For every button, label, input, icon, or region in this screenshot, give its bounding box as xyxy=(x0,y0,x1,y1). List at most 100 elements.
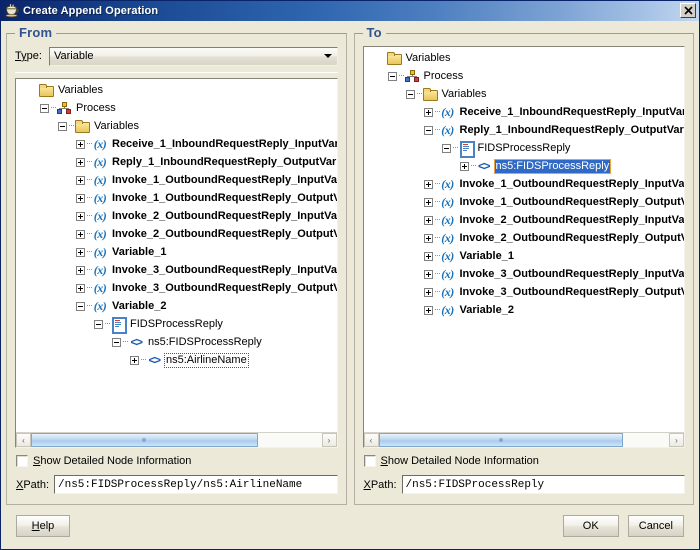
tree-node[interactable]: Process xyxy=(16,99,337,117)
from-horizontal-scrollbar[interactable]: ‹ › xyxy=(16,432,337,447)
tree-node[interactable]: (x) Invoke_3_OutboundRequestReply_OutputV… xyxy=(364,283,684,301)
help-button[interactable]: Help xyxy=(16,515,70,537)
variable-icon: (x) xyxy=(441,231,454,245)
tree-node[interactable]: FIDSProcessReply xyxy=(16,315,337,334)
close-icon[interactable] xyxy=(680,3,696,18)
tree-node[interactable]: (x) Invoke_1_OutboundRequestReply_OutputV… xyxy=(364,193,684,211)
tree-node[interactable]: (x) Invoke_3_OutboundRequestReply_InputVa… xyxy=(16,261,337,279)
tree-toggle-plus-icon[interactable] xyxy=(74,225,87,243)
scroll-left-arrow-icon[interactable]: ‹ xyxy=(16,433,31,447)
tree-toggle-plus-icon[interactable] xyxy=(74,279,87,297)
tree-toggle-plus-icon[interactable] xyxy=(458,157,471,175)
tree-toggle-plus-icon[interactable] xyxy=(422,103,435,121)
to-tree[interactable]: Variables Process Variables (x) Receive_1_In… xyxy=(363,47,685,432)
to-xpath-input[interactable]: /ns5:FIDSProcessReply xyxy=(401,475,685,494)
tree-toggle-plus-icon[interactable] xyxy=(422,175,435,193)
from-scroll-track[interactable] xyxy=(31,433,322,447)
tree-node[interactable]: Variables xyxy=(16,81,337,99)
variable-icon: (x) xyxy=(93,299,107,313)
tree-toggle-minus-icon[interactable] xyxy=(404,85,417,103)
type-select[interactable]: Variable xyxy=(49,46,338,66)
tree-toggle-minus-icon[interactable] xyxy=(422,121,435,139)
tree-toggle-plus-icon[interactable] xyxy=(422,283,435,301)
tree-toggle-plus-icon[interactable] xyxy=(74,171,87,189)
tree-node[interactable]: (x) Invoke_2_OutboundRequestReply_OutputV… xyxy=(364,229,684,247)
scroll-right-arrow-icon[interactable]: › xyxy=(669,433,684,447)
tree-node[interactable]: (x) Variable_1 xyxy=(364,247,685,265)
to-scroll-track[interactable] xyxy=(378,433,669,447)
scroll-left-arrow-icon[interactable]: ‹ xyxy=(363,433,379,447)
tree-toggle-plus-icon[interactable] xyxy=(74,153,87,171)
tree-node[interactable]: (x) Invoke_1_OutboundRequestReply_InputVa… xyxy=(364,175,684,193)
tree-toggle-minus-icon[interactable] xyxy=(110,333,123,351)
tree-toggle-plus-icon[interactable] xyxy=(128,351,141,369)
to-tree-panel: Variables Process Variables (x) Receive_1_In… xyxy=(362,46,685,448)
tree-node[interactable]: (x) Reply_1_InboundRequestReply_OutputVar… xyxy=(16,153,337,171)
tree-node-label: Receive_1_InboundRequestReply_InputVaria… xyxy=(459,105,685,118)
tree-toggle-plus-icon[interactable] xyxy=(422,193,435,211)
tree-toggle-plus-icon[interactable] xyxy=(422,229,435,247)
tree-node[interactable]: FIDSProcessReply xyxy=(364,139,685,158)
tree-node[interactable]: (x) Variable_1 xyxy=(16,243,337,261)
tree-node[interactable]: Variables xyxy=(364,49,685,67)
tree-toggle-plus-icon[interactable] xyxy=(422,301,435,319)
from-scroll-thumb[interactable] xyxy=(31,433,258,447)
xml-element-icon: <> xyxy=(130,335,143,349)
tree-node[interactable]: (x) Variable_2 xyxy=(16,297,337,315)
tree-node[interactable]: (x) Invoke_2_OutboundRequestReply_InputVa… xyxy=(16,207,337,225)
variable-icon: (x) xyxy=(441,177,454,191)
from-show-detailed-node-info-checkbox[interactable] xyxy=(16,455,28,467)
tree-node[interactable]: (x) Receive_1_InboundRequestReply_InputVa… xyxy=(16,135,337,153)
tree-toggle-minus-icon[interactable] xyxy=(440,139,453,157)
tree-node[interactable]: (x) Invoke_1_OutboundRequestReply_InputVa… xyxy=(16,171,337,189)
tree-node[interactable]: Process xyxy=(364,67,685,85)
tree-node[interactable]: (x) Reply_1_InboundRequestReply_OutputVar… xyxy=(364,121,684,139)
tree-node[interactable]: Variables xyxy=(364,85,685,103)
variable-icon: (x) xyxy=(441,249,454,263)
tree-toggle-minus-icon[interactable] xyxy=(386,67,399,85)
tree-node-label: Invoke_1_OutboundRequestReply_InputVaria… xyxy=(112,173,337,186)
tree-toggle-plus-icon[interactable] xyxy=(74,135,87,153)
tree-toggle-minus-icon[interactable] xyxy=(74,297,87,315)
tree-toggle-plus-icon[interactable] xyxy=(422,265,435,283)
message-document-icon xyxy=(110,316,127,334)
variable-icon: (x) xyxy=(441,213,454,227)
from-xpath-input[interactable]: /ns5:FIDSProcessReply/ns5:AirlineName xyxy=(54,475,338,494)
to-scroll-thumb[interactable] xyxy=(378,433,623,447)
tree-node[interactable]: (x) Receive_1_InboundRequestReply_InputVa… xyxy=(364,103,685,121)
tree-toggle-plus-icon[interactable] xyxy=(74,243,87,261)
variable-icon: (x) xyxy=(441,303,454,317)
tree-node-label: ns5:FIDSProcessReply xyxy=(148,335,262,348)
message-document-icon xyxy=(458,140,475,158)
tree-toggle-plus-icon[interactable] xyxy=(74,261,87,279)
tree-node[interactable]: <> ns5:FIDSProcessReply xyxy=(16,333,337,351)
from-xpath-value: /ns5:FIDSProcessReply/ns5:AirlineName xyxy=(58,478,303,491)
tree-node[interactable]: (x) Variable_2 xyxy=(364,301,685,319)
tree-node[interactable]: <> ns5:FIDSProcessReply xyxy=(364,157,685,175)
from-tree[interactable]: Variables Process Variables (x) Receive_1_In… xyxy=(16,79,337,432)
cancel-button[interactable]: Cancel xyxy=(627,515,684,537)
tree-node[interactable]: (x) Invoke_2_OutboundRequestReply_OutputV… xyxy=(16,225,337,243)
tree-toggle-plus-icon[interactable] xyxy=(74,207,87,225)
tree-toggle-minus-icon[interactable] xyxy=(92,315,105,333)
tree-toggle-plus-icon[interactable] xyxy=(422,211,435,229)
tree-node[interactable]: (x) Invoke_3_OutboundRequestReply_InputVa… xyxy=(364,265,684,283)
tree-node[interactable]: <> ns5:AirlineName xyxy=(16,351,337,369)
tree-toggle-minus-icon[interactable] xyxy=(38,99,51,117)
tree-node[interactable]: (x) Invoke_1_OutboundRequestReply_OutputV… xyxy=(16,189,337,207)
tree-toggle-minus-icon[interactable] xyxy=(56,117,69,135)
tree-toggle-plus-icon[interactable] xyxy=(74,189,87,207)
to-show-detailed-node-info-checkbox[interactable] xyxy=(363,455,376,467)
to-horizontal-scrollbar[interactable]: ‹ › xyxy=(363,432,684,447)
ok-button[interactable]: OK xyxy=(562,515,619,537)
tree-node[interactable]: Variables xyxy=(16,117,337,135)
dialog-body: From Type: Variable Variables Process Vari… xyxy=(1,21,699,549)
tree-node-label: ns5:FIDSProcessReply xyxy=(493,158,612,174)
variable-icon: (x) xyxy=(441,267,454,281)
tree-node[interactable]: (x) Invoke_2_OutboundRequestReply_InputVa… xyxy=(364,211,684,229)
folder-icon xyxy=(38,82,54,98)
scroll-right-arrow-icon[interactable]: › xyxy=(321,433,337,447)
tree-toggle-plus-icon[interactable] xyxy=(422,247,435,265)
tree-node[interactable]: (x) Invoke_3_OutboundRequestReply_OutputV… xyxy=(16,279,337,297)
chevron-down-icon[interactable] xyxy=(320,49,336,64)
